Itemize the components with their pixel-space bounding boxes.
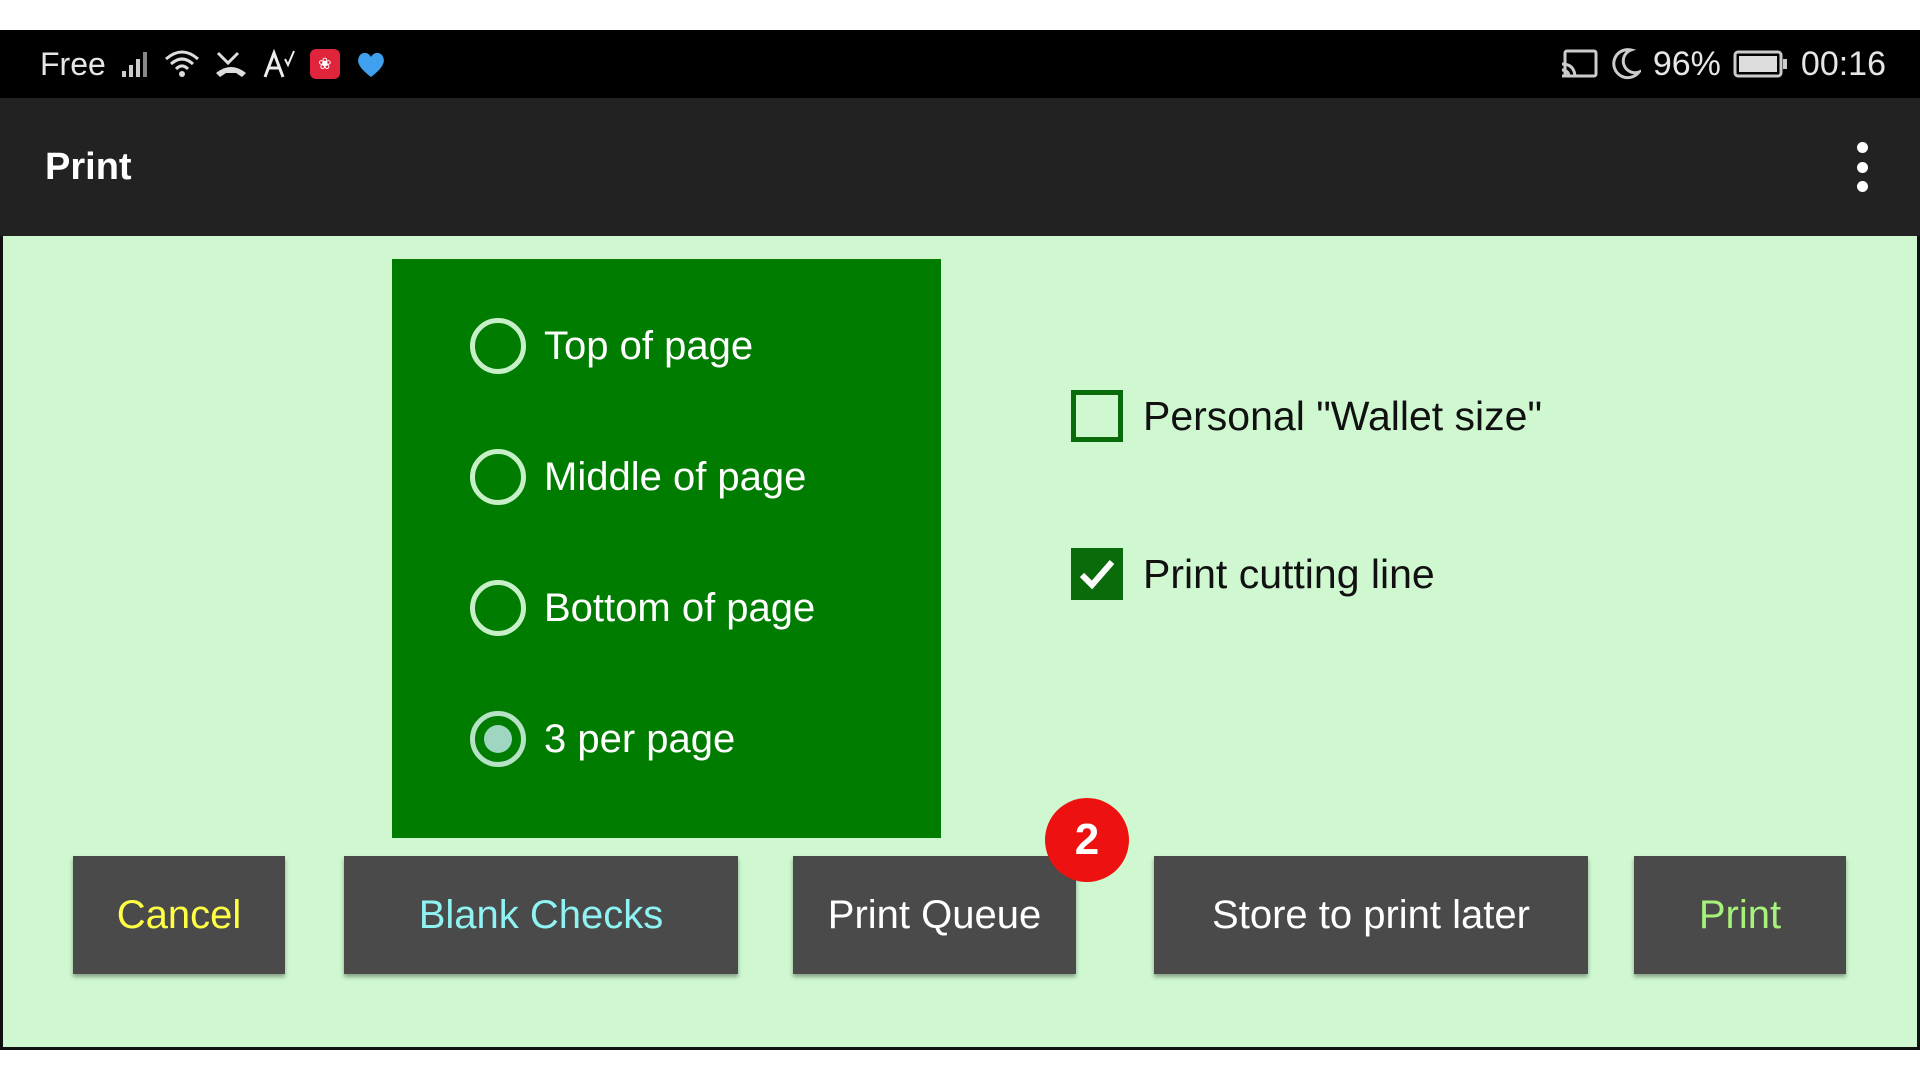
checkbox-label: Print cutting line: [1143, 550, 1435, 597]
radio-button[interactable]: [470, 318, 526, 374]
page-title: Print: [45, 146, 132, 188]
wifi-icon: [164, 44, 200, 84]
battery-icon: [1733, 44, 1789, 84]
status-bar: Free ❀ 96% 00:16: [0, 30, 1920, 98]
checkbox-wallet-size[interactable]: Personal "Wallet size": [1071, 386, 1542, 446]
print-button[interactable]: Print: [1634, 856, 1846, 974]
radio-label: 3 per page: [544, 716, 736, 761]
store-to-print-later-button[interactable]: Store to print later: [1154, 856, 1588, 974]
checkmark-icon: [1079, 560, 1115, 590]
radio-middle-of-page[interactable]: Middle of page: [470, 442, 806, 512]
cast-icon: [1561, 44, 1599, 84]
radio-button[interactable]: [470, 449, 526, 505]
checkbox-print-cutting-line[interactable]: Print cutting line: [1071, 544, 1435, 604]
font-size-icon: [262, 44, 296, 84]
carrier-name: Free: [40, 45, 106, 82]
print-queue-button[interactable]: Print Queue: [793, 856, 1076, 974]
radio-label: Middle of page: [544, 454, 807, 499]
radio-top-of-page[interactable]: Top of page: [470, 311, 753, 381]
radio-bottom-of-page[interactable]: Bottom of page: [470, 573, 815, 643]
missed-call-icon: [214, 44, 248, 84]
checkbox-checked[interactable]: [1071, 548, 1123, 600]
moon-icon: [1611, 44, 1641, 84]
app-bar: Print: [0, 98, 1920, 236]
radio-label: Top of page: [544, 323, 754, 368]
radio-button[interactable]: [470, 580, 526, 636]
cancel-button[interactable]: Cancel: [73, 856, 285, 974]
queue-count-badge: 2: [1045, 798, 1129, 882]
huawei-app-icon: ❀: [309, 44, 340, 84]
signal-icon: [120, 44, 150, 84]
checkbox-label: Personal "Wallet size": [1143, 392, 1543, 439]
checkbox[interactable]: [1071, 390, 1123, 442]
radio-button-selected[interactable]: [470, 711, 526, 767]
battery-percent: 96%: [1652, 44, 1721, 83]
clock: 00:16: [1800, 44, 1886, 83]
print-options-panel: Top of page Middle of page Bottom of pag…: [0, 236, 1920, 1050]
radio-3-per-page[interactable]: 3 per page: [470, 704, 735, 774]
health-app-icon: [354, 44, 388, 84]
radio-label: Bottom of page: [544, 585, 816, 630]
blank-checks-button[interactable]: Blank Checks: [344, 856, 738, 974]
more-options-icon[interactable]: [1850, 142, 1874, 192]
print-position-group: Top of page Middle of page Bottom of pag…: [392, 259, 941, 838]
